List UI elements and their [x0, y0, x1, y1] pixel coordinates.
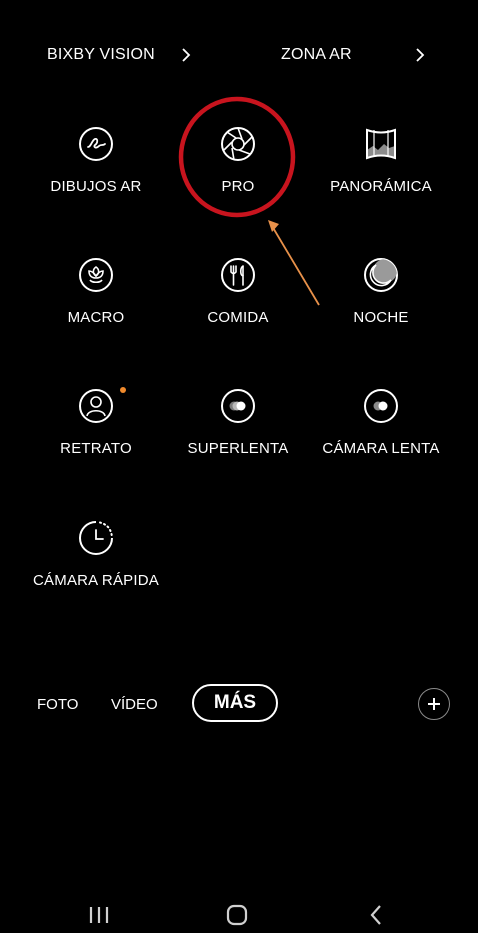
aperture-icon [221, 127, 255, 161]
bixby-vision-label: BIXBY VISION [47, 46, 155, 63]
bixby-vision-link[interactable]: BIXBY VISION [47, 40, 155, 70]
hyperlapse-icon [79, 521, 113, 555]
mode-label: SUPERLENTA [187, 440, 289, 457]
mode-label: MACRO [67, 309, 125, 326]
mode-dibujos-ar[interactable]: DIBUJOS AR [21, 126, 171, 195]
mode-camara-lenta[interactable]: CÁMARA LENTA [306, 388, 456, 457]
chevron-right-icon[interactable] [414, 40, 426, 70]
tab-foto[interactable]: FOTO [37, 682, 78, 726]
super-slow-mo-icon [221, 389, 255, 423]
mode-label: RETRATO [60, 440, 132, 457]
slow-motion-icon [364, 389, 398, 423]
recent-apps-icon[interactable] [85, 903, 113, 927]
portrait-icon [79, 389, 113, 423]
mode-label: PANORÁMICA [330, 178, 432, 195]
moon-icon [364, 258, 398, 292]
mode-label: NOCHE [353, 309, 409, 326]
tab-label: FOTO [37, 695, 79, 713]
mode-superlenta[interactable]: SUPERLENTA [163, 388, 313, 457]
chevron-right-icon[interactable] [180, 40, 192, 70]
tab-label: VÍDEO [111, 695, 158, 713]
mode-label: PRO [221, 178, 255, 195]
tab-mas[interactable]: MÁS [192, 684, 278, 722]
camera-mode-tabs: FOTO VÍDEO MÁS [0, 682, 478, 726]
mode-label: DIBUJOS AR [50, 178, 142, 195]
mode-label: CÁMARA LENTA [322, 440, 440, 457]
zona-ar-label: ZONA AR [281, 46, 352, 63]
back-icon[interactable] [363, 903, 391, 927]
zona-ar-link[interactable]: ZONA AR [281, 40, 352, 70]
plus-icon [428, 698, 440, 710]
annotation-arrowhead [268, 220, 279, 232]
ar-doodle-icon [79, 127, 113, 161]
mode-comida[interactable]: COMIDA [163, 257, 313, 326]
mode-noche[interactable]: NOCHE [306, 257, 456, 326]
tab-label: MÁS [213, 692, 257, 713]
mode-camara-rapida[interactable]: CÁMARA RÁPIDA [21, 520, 171, 589]
navigation-bar [0, 895, 478, 933]
mode-label: CÁMARA RÁPIDA [33, 572, 159, 589]
fork-knife-icon [221, 258, 255, 292]
mode-retrato[interactable]: RETRATO [21, 388, 171, 457]
home-icon[interactable] [223, 903, 251, 927]
mode-macro[interactable]: MACRO [21, 257, 171, 326]
panorama-icon [366, 128, 396, 160]
add-mode-button[interactable] [418, 688, 450, 720]
mode-panoramica[interactable]: PANORÁMICA [306, 126, 456, 195]
top-shortcuts: BIXBY VISION ZONA AR [0, 40, 478, 70]
mode-pro[interactable]: PRO [163, 126, 313, 195]
new-badge-dot [120, 387, 126, 393]
mode-label: COMIDA [207, 309, 269, 326]
tab-video[interactable]: VÍDEO [111, 682, 158, 726]
flower-icon [79, 258, 113, 292]
